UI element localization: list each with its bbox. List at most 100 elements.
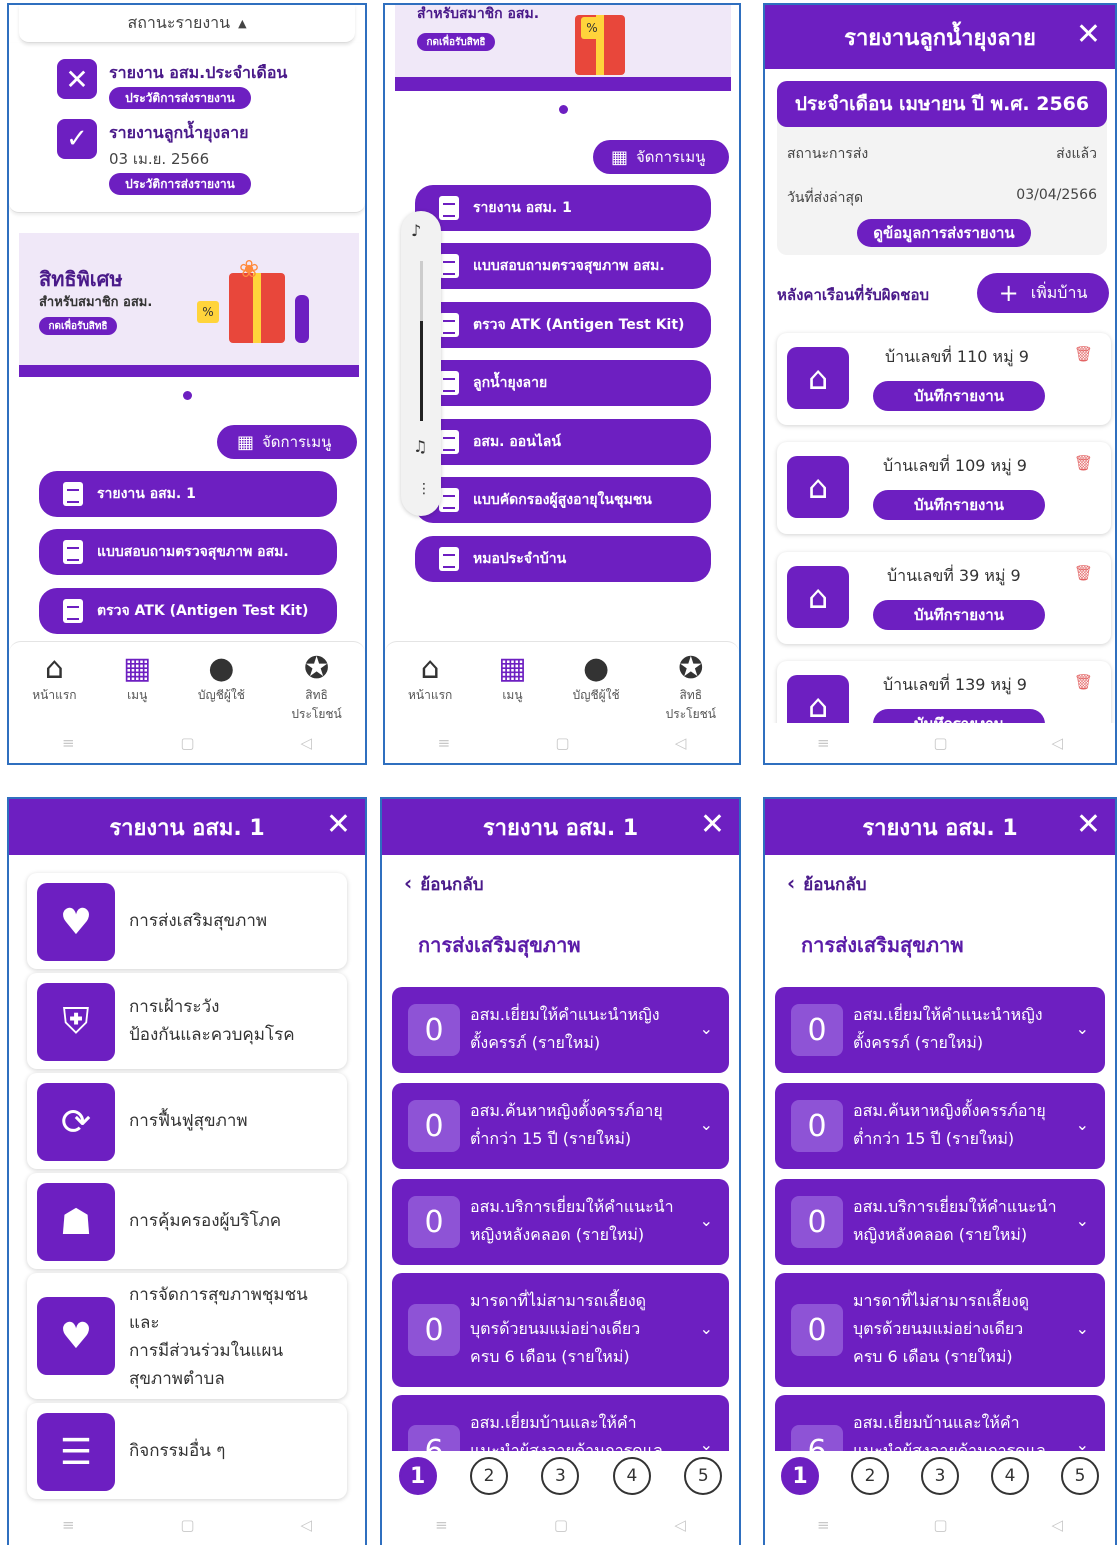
carousel-dot[interactable] <box>183 391 192 400</box>
category-card[interactable]: ☰ กิจกรรมอื่น ๆ <box>27 1403 347 1499</box>
privilege-banner[interactable]: สำหรับสมาชิก อสม. กดเพื่อรับสิทธิ % <box>395 5 731 91</box>
close-icon[interactable]: ✕ <box>326 807 351 842</box>
category-card[interactable]: ⛨ การเฝ้าระวัง ป้องกันและควบคุมโรค <box>27 973 347 1069</box>
back-nav-icon[interactable]: ◁ <box>1051 1516 1063 1534</box>
page-button[interactable]: 4 <box>612 1457 651 1495</box>
list-item[interactable]: 0 มารดาที่ไม่สามารถเลี้ยงดู บุตรด้วยนมแม่… <box>775 1273 1105 1387</box>
page-button[interactable]: 4 <box>991 1457 1029 1495</box>
list-item[interactable]: 0 อสม.เยี่ยมให้คำแนะนำหญิง ตั้งครรภ์ (ราย… <box>775 987 1105 1073</box>
category-card[interactable]: ⟳ การฟื้นฟูสุขภาพ <box>27 1073 347 1169</box>
house-card[interactable]: ⌂ บ้านเลขที่ 110 หมู่ 9 🗑 บันทึกรายงาน <box>777 333 1111 425</box>
home-nav-icon[interactable]: ▢ <box>180 1516 194 1534</box>
screen-report-categories: รายงาน อสม. 1 ✕ ♥ การส่งเสริมสุขภาพ ⛨ กา… <box>7 797 367 1545</box>
page-button[interactable]: 1 <box>781 1457 819 1495</box>
back-nav-icon[interactable]: ◁ <box>674 1516 686 1534</box>
user-icon: ● <box>208 651 235 686</box>
close-icon[interactable]: ✕ <box>1076 17 1101 52</box>
back-link[interactable]: ‹ ย้อนกลับ <box>404 871 484 898</box>
add-house-button[interactable]: + เพิ่มบ้าน <box>977 273 1109 313</box>
home-nav-icon[interactable]: ▢ <box>933 734 947 752</box>
page-button[interactable]: 1 <box>398 1457 437 1495</box>
volume-panel[interactable]: ♪ ♫ ⋮ <box>401 211 441 516</box>
status-header[interactable]: สถานะรายงาน ▲ <box>19 5 355 43</box>
home-nav-icon[interactable]: ▢ <box>554 1516 568 1534</box>
back-nav-icon[interactable]: ◁ <box>1051 734 1063 752</box>
list-item[interactable]: 0 อสม.เยี่ยมให้คำแนะนำหญิง ตั้งครรภ์ (ราย… <box>392 987 729 1073</box>
manage-menu-button[interactable]: ▦ จัดการเมนู <box>217 425 357 459</box>
page-button[interactable]: 3 <box>921 1457 959 1495</box>
record-report-button[interactable]: บันทึกรายงาน <box>873 381 1045 411</box>
page-button[interactable]: 5 <box>1061 1457 1099 1495</box>
tab-home[interactable]: ⌂ หน้าแรก <box>408 652 452 723</box>
home-nav-icon[interactable]: ▢ <box>180 734 194 752</box>
record-report-button[interactable]: บันทึกรายงาน <box>873 490 1045 520</box>
music-note-icon[interactable]: ♫ <box>413 437 427 456</box>
category-card[interactable]: ♥ การจัดการสุขภาพชุมชน และ การมีส่วนร่วม… <box>27 1273 347 1399</box>
list-item[interactable]: 0 อสม.บริการเยี่ยมให้คำแนะนำ หญิงหลังคลอด… <box>775 1179 1105 1265</box>
banner-button[interactable]: กดเพื่อรับสิทธิ <box>39 317 117 335</box>
menu-item[interactable]: แบบคัดกรองผู้สูงอายุในชุมชน <box>415 477 711 523</box>
trash-icon[interactable]: 🗑 <box>1074 564 1093 582</box>
bell-icon[interactable]: ♪ <box>411 221 421 240</box>
trash-icon[interactable]: 🗑 <box>1074 345 1093 363</box>
privilege-banner[interactable]: สิทธิพิเศษ สำหรับสมาชิก อสม. กดเพื่อรับส… <box>19 233 359 377</box>
carousel-dot[interactable] <box>559 105 568 114</box>
page-button[interactable]: 3 <box>541 1457 580 1495</box>
recent-apps-icon[interactable]: ≡ <box>62 734 75 752</box>
house-card[interactable]: ⌂ บ้านเลขที่ 39 หมู่ 9 🗑 บันทึกรายงาน <box>777 552 1111 644</box>
recent-apps-icon[interactable]: ≡ <box>817 734 830 752</box>
report1-history-button[interactable]: ประวัติการส่งรายงาน <box>109 87 251 109</box>
more-options-icon[interactable]: ⋮ <box>417 481 431 497</box>
menu-item[interactable]: ลูกน้ำยุงลาย <box>415 360 711 406</box>
home-nav-icon[interactable]: ▢ <box>933 1516 947 1534</box>
house-card[interactable]: ⌂ บ้านเลขที่ 109 หมู่ 9 🗑 บันทึกรายงาน <box>777 442 1111 534</box>
page-button[interactable]: 2 <box>470 1457 509 1495</box>
tab-home[interactable]: ⌂ หน้าแรก <box>32 652 76 723</box>
trash-icon[interactable]: 🗑 <box>1074 673 1093 691</box>
tab-menu[interactable]: ▦ เมนู <box>123 652 151 723</box>
close-icon[interactable]: ✕ <box>1076 807 1101 842</box>
banner-button[interactable]: กดเพื่อรับสิทธิ <box>417 33 495 51</box>
header: รายงาน อสม. 1 ✕ <box>765 799 1115 855</box>
report2-history-button[interactable]: ประวัติการส่งรายงาน <box>109 173 251 195</box>
recent-apps-icon[interactable]: ≡ <box>438 734 451 752</box>
menu-item[interactable]: หมอประจำบ้าน <box>415 536 711 582</box>
menu-item[interactable]: รายงาน อสม. 1 <box>415 185 711 231</box>
list-item[interactable]: 0 อสม.ค้นหาหญิงตั้งครรภ์อายุ ต่ำกว่า 15 ป… <box>775 1083 1105 1169</box>
screen-larvae-report: รายงานลูกน้ำยุงลาย ✕ ประจำเดือน เมษายน ป… <box>763 3 1117 765</box>
person-illustration <box>295 295 309 343</box>
page-button[interactable]: 2 <box>851 1457 889 1495</box>
manage-menu-button[interactable]: ▦ จัดการเมนู <box>593 140 729 174</box>
households-label: หลังคาเรือนที่รับผิดชอบ <box>777 286 930 304</box>
menu-item[interactable]: รายงาน อสม. 1 <box>39 471 337 517</box>
menu-item[interactable]: ตรวจ ATK (Antigen Test Kit) <box>39 588 337 634</box>
category-card[interactable]: ♥ การส่งเสริมสุขภาพ <box>27 873 347 969</box>
menu-item[interactable]: อสม. ออนไลน์ <box>415 419 711 465</box>
back-link[interactable]: ‹ ย้อนกลับ <box>787 871 867 898</box>
list-item[interactable]: 0 อสม.ค้นหาหญิงตั้งครรภ์อายุ ต่ำกว่า 15 ป… <box>392 1083 729 1169</box>
tab-account[interactable]: ● บัญชีผู้ใช้ <box>573 652 620 723</box>
recent-apps-icon[interactable]: ≡ <box>62 1516 75 1534</box>
tab-privilege[interactable]: ✪ สิทธิ ประโยชน์ <box>666 652 716 723</box>
tab-account[interactable]: ● บัญชีผู้ใช้ <box>198 652 245 723</box>
back-nav-icon[interactable]: ◁ <box>300 1516 312 1534</box>
menu-item[interactable]: แบบสอบถามตรวจสุขภาพ อสม. <box>39 529 337 575</box>
menu-item[interactable]: แบบสอบถามตรวจสุขภาพ อสม. <box>415 243 711 289</box>
volume-slider[interactable] <box>420 261 423 421</box>
recent-apps-icon[interactable]: ≡ <box>435 1516 448 1534</box>
tab-menu[interactable]: ▦ เมนู <box>498 652 526 723</box>
page-button[interactable]: 5 <box>684 1457 723 1495</box>
tab-privilege[interactable]: ✪ สิทธิ ประโยชน์ <box>291 652 341 723</box>
trash-icon[interactable]: 🗑 <box>1074 454 1093 472</box>
recent-apps-icon[interactable]: ≡ <box>817 1516 830 1534</box>
home-nav-icon[interactable]: ▢ <box>555 734 569 752</box>
back-nav-icon[interactable]: ◁ <box>300 734 312 752</box>
close-icon[interactable]: ✕ <box>700 807 725 842</box>
menu-item[interactable]: ตรวจ ATK (Antigen Test Kit) <box>415 302 711 348</box>
record-report-button[interactable]: บันทึกรายงาน <box>873 600 1045 630</box>
list-item[interactable]: 0 อสม.บริการเยี่ยมให้คำแนะนำ หญิงหลังคลอด… <box>392 1179 729 1265</box>
view-submission-button[interactable]: ดูข้อมูลการส่งรายงาน <box>857 219 1031 247</box>
list-item[interactable]: 0 มารดาที่ไม่สามารถเลี้ยงดู บุตรด้วยนมแม่… <box>392 1273 729 1387</box>
back-nav-icon[interactable]: ◁ <box>675 734 687 752</box>
category-card[interactable]: ☗ การคุ้มครองผู้บริโภค <box>27 1173 347 1269</box>
